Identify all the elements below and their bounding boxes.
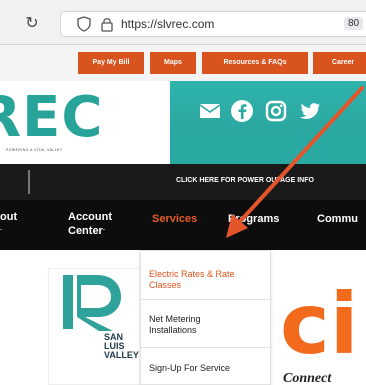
facebook-icon[interactable] xyxy=(230,99,254,123)
nav-item-label: Center xyxy=(68,225,103,237)
address-bar[interactable]: https://slvrec.com 80 xyxy=(60,11,366,37)
r-mark-icon xyxy=(63,275,121,331)
outage-link[interactable]: CLICK HERE FOR POWER OUTAGE INFO xyxy=(176,177,314,184)
nav-item-services[interactable]: Services xyxy=(152,212,197,226)
nav-item-label: Services xyxy=(152,213,198,225)
dropdown-item-label: Installations xyxy=(149,325,197,335)
nav-item-label: Programs xyxy=(228,213,280,225)
divider xyxy=(141,347,272,348)
nav-item-programs[interactable]: Programs xyxy=(228,212,279,226)
social-banner xyxy=(170,81,366,164)
nav-item-community[interactable]: Commu xyxy=(317,212,358,226)
chevron-down-icon: ˆ xyxy=(102,230,105,236)
divider xyxy=(141,299,272,300)
logo-tagline: POWERING A VITAL VALLEY xyxy=(6,148,63,152)
services-dropdown: Electric Rates & Rate Classes Net Meteri… xyxy=(140,250,272,385)
dropdown-item-label: Classes xyxy=(149,280,182,290)
reload-icon[interactable]: ↻ xyxy=(22,14,42,34)
nav-item-about[interactable]: out ˇ xyxy=(0,210,17,240)
nav-item-label: out xyxy=(0,211,18,223)
chevron-down-icon: ˇ xyxy=(0,230,2,236)
browser-toolbar: ↻ https://slvrec.com 80 xyxy=(0,0,366,45)
zoom-badge[interactable]: 80 xyxy=(344,17,364,30)
screenshot-root: ↻ https://slvrec.com 80 Pay My Bill Maps… xyxy=(0,0,366,385)
shield-icon xyxy=(77,16,91,32)
org-name: SAN LUIS VALLEY xyxy=(104,333,139,360)
dropdown-item-net-metering[interactable]: Net Metering Installations xyxy=(149,314,201,336)
promo-text: Connect xyxy=(283,371,332,385)
nav-item-label: Commu xyxy=(317,213,358,225)
dropdown-item-sign-up[interactable]: Sign-Up For Service xyxy=(149,363,230,374)
url-text: https://slvrec.com xyxy=(121,17,215,31)
banner-lower xyxy=(170,133,366,164)
instagram-icon[interactable] xyxy=(264,99,288,123)
website: Pay My Bill Maps Resources & FAQs Career… xyxy=(0,45,366,385)
dropdown-item-label: Sign-Up For Service xyxy=(149,363,231,373)
career-button[interactable]: Career xyxy=(313,52,366,74)
sanluis-valley-logo-panel: SAN LUIS VALLEY xyxy=(48,268,153,385)
outage-banner[interactable]: CLICK HERE FOR POWER OUTAGE INFO xyxy=(0,164,366,200)
logo-text: REC xyxy=(0,85,104,150)
org-name-line: VALLEY xyxy=(104,350,139,360)
lock-icon xyxy=(101,18,113,32)
promo-letters: ci xyxy=(280,275,359,373)
dropdown-item-label: Electric Rates & Rate xyxy=(149,269,235,279)
banner-divider xyxy=(28,170,30,194)
nav-item-label: Account xyxy=(68,211,112,223)
twitter-icon[interactable] xyxy=(298,99,322,123)
dropdown-item-electric-rates[interactable]: Electric Rates & Rate Classes xyxy=(149,269,235,291)
nav-item-account-center[interactable]: Account Centerˆ xyxy=(68,210,112,240)
maps-button[interactable]: Maps xyxy=(150,52,196,74)
logo-area[interactable]: REC POWERING A VITAL VALLEY xyxy=(0,81,170,164)
main-nav: out ˇ Account Centerˆ Services Programs … xyxy=(0,200,366,250)
dropdown-item-label: Net Metering xyxy=(149,314,201,324)
resources-faqs-button[interactable]: Resources & FAQs xyxy=(202,52,308,74)
pay-my-bill-button[interactable]: Pay My Bill xyxy=(78,52,144,74)
email-icon[interactable] xyxy=(198,99,222,123)
utility-strip: Pay My Bill Maps Resources & FAQs Career xyxy=(0,45,366,81)
